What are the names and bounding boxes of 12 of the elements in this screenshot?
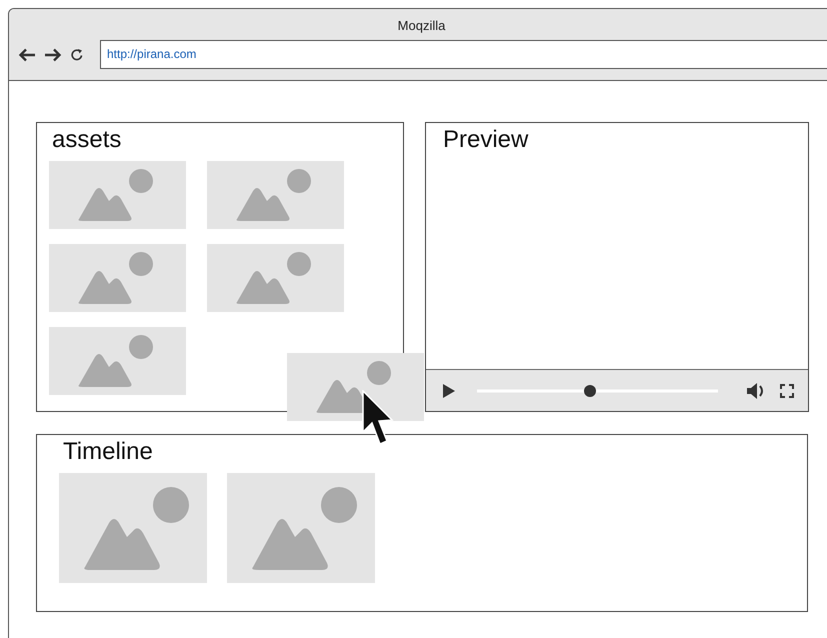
reload-icon[interactable]: [70, 48, 84, 62]
fullscreen-icon[interactable]: [780, 384, 794, 398]
panel-title: assets: [52, 126, 122, 153]
image-placeholder[interactable]: [287, 353, 424, 421]
play-icon[interactable]: [443, 384, 455, 398]
volume-icon[interactable]: [746, 382, 766, 400]
forward-arrow-icon[interactable]: [44, 48, 62, 62]
back-arrow-icon[interactable]: [18, 48, 36, 62]
panel-title: Timeline: [63, 438, 153, 465]
panel-title: Preview: [443, 126, 528, 153]
window-title: Moqzilla: [398, 18, 446, 33]
address-field[interactable]: http://pirana.com: [100, 40, 827, 69]
